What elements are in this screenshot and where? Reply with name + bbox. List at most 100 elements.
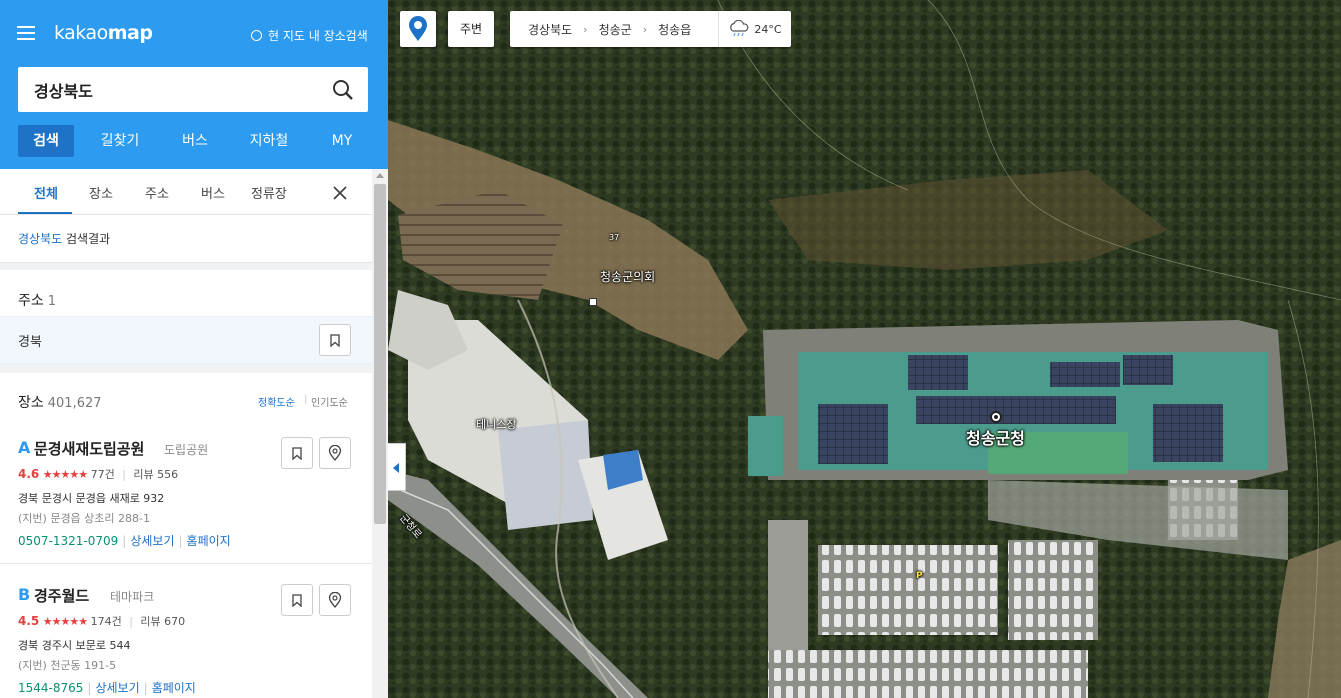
filter-tab-stop[interactable]: 정류장 [251,183,287,202]
bookmark-icon [292,593,302,607]
place-links: 0507-1321-0709 | 상세보기 | 홈페이지 [18,532,231,549]
satellite-imagery [388,0,1341,698]
place-address: 경북 경주시 보문로 544 [18,639,131,652]
result-filter-tabs: 전체 장소 주소 버스 정류장 [0,169,372,215]
bookmark-button[interactable] [281,437,313,469]
kakaomap-logo[interactable]: kakaomap [54,22,153,44]
location-pin-icon [409,16,427,41]
map-location-button[interactable] [319,437,351,469]
tab-directions[interactable]: 길찾기 [74,125,166,157]
collapse-panel-button[interactable] [388,443,406,491]
rain-cloud-icon [730,20,749,37]
result-header: 경상북도 검색결과 [18,230,110,247]
chevron-right-icon: › [583,22,588,36]
bookmark-button[interactable] [319,324,351,356]
filter-tab-all[interactable]: 전체 [34,183,58,202]
place-name[interactable]: 문경새재도립공원 [34,438,144,459]
homepage-link[interactable]: 홈페이지 [152,681,196,695]
search-in-current-map-label: 현 지도 내 장소검색 [268,29,368,43]
review-count[interactable]: 리뷰 556 [133,468,178,481]
address-count: 1 [47,294,57,309]
place-section-title: 장소 401,627 [18,392,102,412]
sort-by-accuracy[interactable]: 정확도순 [258,394,295,409]
item-divider [0,563,372,564]
rating-stars-icon: ★★★★★ [42,468,88,481]
search-panel: kakaomap 현 지도 내 장소검색 검색 길찾기 버스 지하철 MY 전체… [0,0,388,698]
filter-tab-address[interactable]: 주소 [145,183,169,202]
active-tab-indicator [18,212,72,214]
map-poi-tennis-court[interactable]: 테니스장 [476,416,516,432]
address-section-title: 주소 1 [18,290,56,310]
place-phone[interactable]: 1544-8765 [18,681,83,695]
region-breadcrumb: 경상북도 › 청송군 › 청송읍 24°C [510,11,791,47]
menu-icon[interactable] [17,26,35,40]
sort-separator: | [304,394,308,405]
tab-bus[interactable]: 버스 [166,125,224,157]
rating-score: 4.6 [18,467,40,481]
search-in-current-map-toggle[interactable]: 현 지도 내 장소검색 [251,27,368,44]
place-name[interactable]: 경주월드 [34,585,89,606]
address-result-item[interactable]: 경북 [0,316,372,364]
address-result-text[interactable]: 경북 [18,331,42,350]
radio-icon [251,30,262,41]
bookmark-icon [292,446,302,460]
section-divider [0,262,372,270]
map-poi-county-office[interactable]: 청송군청 [966,425,1025,449]
weather-widget[interactable]: 24°C [718,11,791,47]
separator: | [122,468,126,481]
my-location-button[interactable] [400,11,436,47]
homepage-link[interactable]: 홈페이지 [187,534,231,548]
scroll-up-arrow-icon[interactable] [376,173,384,178]
panel-header: kakaomap 현 지도 내 장소검색 검색 길찾기 버스 지하철 MY [0,0,388,169]
separator: | [87,681,92,695]
detail-link[interactable]: 상세보기 [95,681,139,695]
tab-my[interactable]: MY [314,125,370,157]
bus-stop-icon[interactable] [589,298,597,306]
search-icon[interactable] [332,79,354,101]
search-box [18,67,368,112]
sort-by-popularity[interactable]: 인기도순 [311,394,348,409]
place-links: 1544-8765 | 상세보기 | 홈페이지 [18,679,196,696]
separator: | [122,534,127,548]
breadcrumb-county[interactable]: 청송군 [599,21,632,38]
satellite-map[interactable] [388,0,1341,698]
separator: | [143,681,148,695]
location-pin-icon [328,592,342,608]
rating-stars-icon: ★★★★★ [42,615,88,628]
review-count[interactable]: 리뷰 670 [140,615,185,628]
filter-tab-bus[interactable]: 버스 [201,183,225,202]
breadcrumb-province[interactable]: 경상북도 [528,21,572,38]
section-divider [0,364,372,373]
map-poi-county-council[interactable]: 청송군의회 [600,268,655,285]
search-input[interactable] [18,67,318,112]
poi-marker-icon[interactable] [990,411,1002,423]
temperature: 24°C [754,22,782,36]
tab-search[interactable]: 검색 [18,125,74,157]
nearby-button[interactable]: 주변 [448,11,494,47]
place-jibun-address: (지번) 천군동 191-5 [18,659,117,672]
separator: | [178,534,183,548]
bookmark-icon [330,333,340,347]
parking-icon[interactable]: P [916,571,923,581]
address-section-label: 주소 [18,293,44,309]
result-keyword[interactable]: 경상북도 [18,232,62,246]
map-location-button[interactable] [319,584,351,616]
place-section-label: 장소 [18,395,44,411]
result-suffix: 검색결과 [66,232,111,246]
place-phone[interactable]: 0507-1321-0709 [18,534,118,548]
rating-score: 4.5 [18,614,40,628]
place-count: 401,627 [47,396,102,411]
place-category: 테마파크 [110,590,155,604]
breadcrumb-town[interactable]: 청송읍 [658,21,691,38]
location-pin-icon [328,445,342,461]
tab-subway[interactable]: 지하철 [224,125,314,157]
place-category: 도립공원 [164,443,209,457]
filter-tab-place[interactable]: 장소 [89,183,113,202]
rating-count[interactable]: 77건 [91,468,115,481]
close-icon[interactable] [332,185,348,201]
place-jibun-address: (지번) 문경읍 상초리 288-1 [18,512,150,525]
rating-count[interactable]: 174건 [91,615,122,628]
bookmark-button[interactable] [281,584,313,616]
detail-link[interactable]: 상세보기 [130,534,174,548]
scrollbar-thumb[interactable] [374,184,386,524]
